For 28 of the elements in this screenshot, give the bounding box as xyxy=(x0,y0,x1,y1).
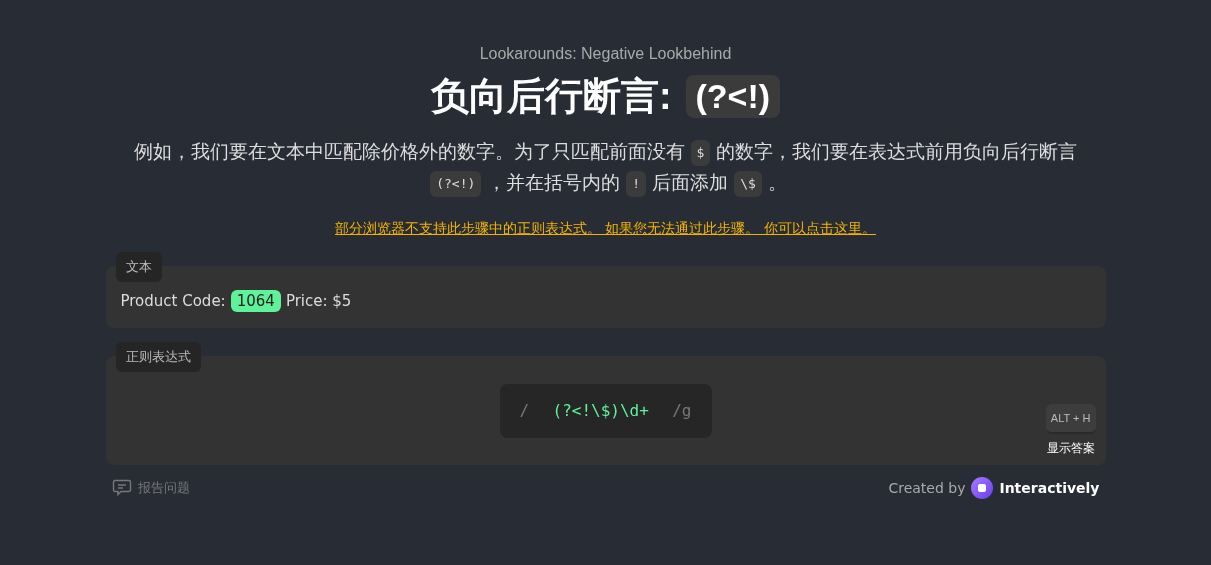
lesson-subtitle: Lookarounds: Negative Lookbehind xyxy=(478,45,733,63)
regex-delimiter: / xyxy=(519,401,530,420)
description-text: ，并在括号内的 xyxy=(487,172,621,193)
show-answer-label: 显示答案 xyxy=(1046,440,1095,457)
sample-text: Price: $5 xyxy=(285,292,352,310)
comment-icon xyxy=(111,479,132,497)
panel-label: 文本 xyxy=(115,252,162,282)
title-code: (?<!) xyxy=(685,75,781,118)
code-snippet: $ xyxy=(690,140,711,166)
regex-field[interactable]: / (?<!\$)\d+ /g xyxy=(499,383,712,438)
shortcut-key[interactable]: ALT + H xyxy=(1045,404,1096,434)
sample-text: Product Code: xyxy=(120,292,226,310)
description-text: 后面添加 xyxy=(652,172,729,193)
regex-text: (?<!\$)\d+ xyxy=(552,401,649,420)
credit-text: Created by xyxy=(888,480,966,496)
code-snippet: (?<!) xyxy=(430,171,482,197)
code-snippet: \$ xyxy=(734,171,762,197)
brand-name[interactable]: Interactively xyxy=(999,480,1100,496)
description-text: 。 xyxy=(767,172,787,193)
code-snippet: ! xyxy=(626,171,647,197)
regex-delimiter: /g xyxy=(672,401,692,420)
match-highlight: 1064 xyxy=(230,290,281,312)
description-text: 的数字，我们要在表达式前用负向后行断言 xyxy=(716,141,1078,162)
logo-icon xyxy=(971,477,994,499)
lesson-title: 负向后行断言: xyxy=(430,74,672,119)
description-text: 例如，我们要在文本中匹配除价格外的数字。为了只匹配前面没有 xyxy=(133,141,685,162)
panel-label: 正则表达式 xyxy=(115,342,201,372)
warning-link[interactable]: 部分浏览器不支持此步骤中的正则表达式。 如果您无法通过此步骤。 你可以点击这里。 xyxy=(335,220,876,236)
